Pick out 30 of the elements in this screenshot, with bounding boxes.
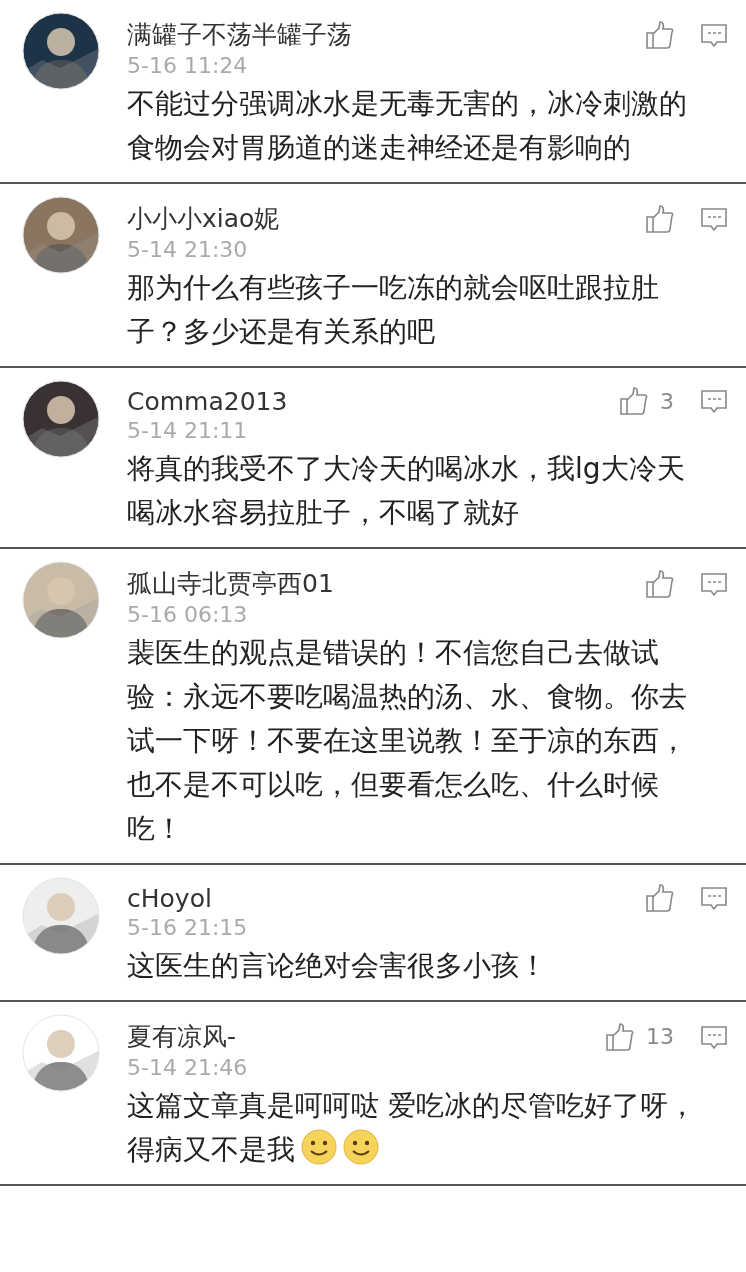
like-count: 13: [646, 1024, 674, 1049]
comment-time: 5-14 21:11: [127, 418, 249, 443]
comment-icon[interactable]: [700, 884, 728, 912]
comment-time: 5-16 21:15: [127, 915, 249, 940]
user-name[interactable]: 满罐子不荡半罐子荡: [127, 18, 352, 51]
comment-icon[interactable]: [700, 387, 728, 415]
like-count: 3: [660, 388, 674, 414]
comment-text: 这医生的言论绝对会害很多小孩！: [127, 948, 548, 984]
thumbs-up-icon[interactable]: [644, 19, 674, 50]
comment-text: 将真的我受不了大冷天的喝冰水，我lg大冷天喝冰水容易拉肚子，不喝了就好: [127, 451, 686, 531]
user-name[interactable]: 小小小xiao妮: [127, 202, 280, 235]
user-name[interactable]: Comma2013: [127, 386, 288, 416]
comment-time: 5-14 21:30: [127, 237, 249, 262]
comment-text: 这篇文章真是呵呵哒 爱吃冰的尽管吃好了呀，得病又不是我: [127, 1088, 697, 1168]
comment-text: 那为什么有些孩子一吃冻的就会呕吐跟拉肚子？多少还是有关系的吧: [127, 270, 660, 350]
user-name[interactable]: 孤山寺北贾亭西01: [127, 567, 334, 600]
thumbs-up-icon[interactable]: [604, 1021, 634, 1052]
smiley-icon: [301, 1129, 337, 1165]
thumbs-up-icon[interactable]: [644, 883, 674, 913]
comment-time: 5-14 21:46: [127, 1055, 249, 1080]
thumbs-up-icon[interactable]: [644, 203, 674, 234]
thumbs-up-icon[interactable]: [644, 568, 674, 599]
comment-text: 不能过分强调冰水是无毒无害的，冰冷刺激的食物会对胃肠道的迷走神经还是有影响的: [127, 86, 688, 166]
user-name[interactable]: 夏有凉风-: [127, 1020, 237, 1053]
comment-time: 5-16 06:13: [127, 602, 249, 627]
comment-time: 5-16 11:24: [127, 53, 249, 78]
smiley-icon: [343, 1129, 379, 1165]
user-name[interactable]: cHoyol: [127, 883, 212, 913]
thumbs-up-icon[interactable]: [618, 386, 648, 416]
comment-text: 裴医生的观点是错误的！不信您自己去做试验：永远不要吃喝温热的汤、水、食物。你去试一下呀！不要在这里说教！至于凉的东西，也不是不可以吃，但要看怎么吃、什么时候吃！: [127, 635, 688, 847]
